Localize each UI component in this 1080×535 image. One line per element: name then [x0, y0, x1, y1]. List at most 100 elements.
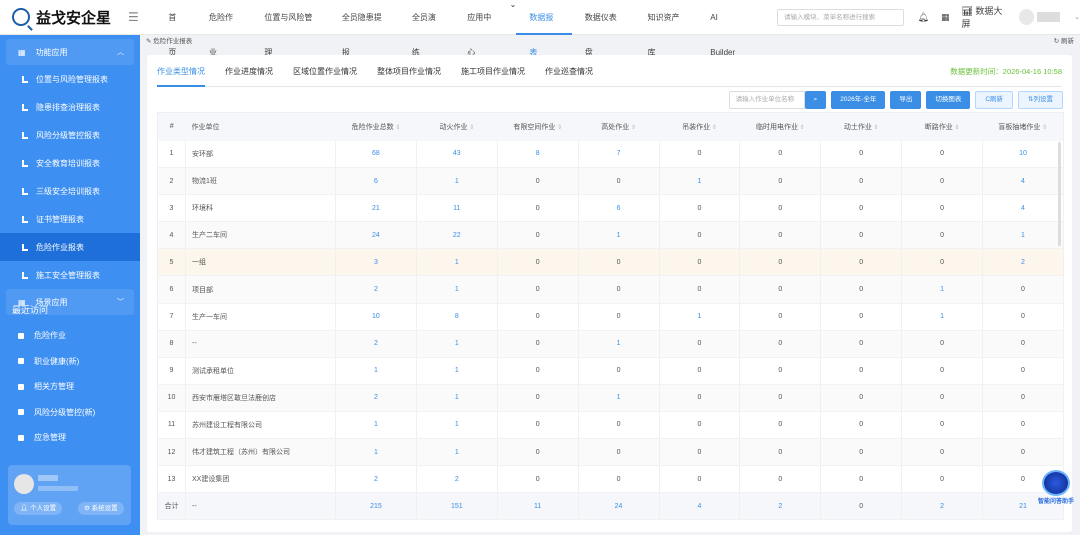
cell-value[interactable]: 3 — [335, 248, 417, 277]
cell-value[interactable]: 7 — [578, 140, 660, 169]
tab[interactable]: 整体项目作业情况 — [377, 63, 441, 86]
switch-chart-button[interactable]: 切换图表 — [926, 91, 971, 109]
cell-value[interactable]: 24 — [335, 221, 417, 250]
tab[interactable]: 区域位置作业情况 — [293, 63, 357, 86]
column-header[interactable]: 有限空间作业 ⇕ — [497, 112, 579, 141]
cell-value[interactable]: 6 — [578, 194, 660, 223]
cell-value[interactable]: 1 — [416, 411, 498, 440]
cell-value[interactable]: 24 — [578, 492, 660, 521]
search-input[interactable]: 请输入模块、菜单名称进行搜索 — [777, 8, 904, 26]
cell-value[interactable]: 8 — [416, 303, 498, 331]
refresh-button[interactable]: ↻ 刷新 — [1054, 35, 1074, 49]
sort-icon[interactable]: ⇕ — [798, 125, 805, 131]
cell-value[interactable]: 11 — [416, 194, 498, 223]
assistant-button[interactable]: 智能问答助手 — [1034, 470, 1078, 505]
column-header[interactable]: 吊装作业 ⇕ — [659, 112, 740, 141]
bell-icon[interactable]: 🔔︎ — [918, 12, 929, 23]
sort-icon[interactable]: ⇕ — [629, 125, 636, 131]
cell-value[interactable]: 1 — [901, 275, 983, 304]
cell-value[interactable]: 2 — [335, 384, 417, 412]
tab[interactable]: 作业类型情况 — [157, 63, 205, 87]
cell-value[interactable]: 4 — [982, 167, 1064, 196]
nav-item[interactable]: 数据报表 — [516, 0, 572, 57]
year-select[interactable]: 2026年-全年 — [831, 91, 886, 109]
qrcode-icon[interactable]: ▦ — [941, 12, 950, 23]
cell-value[interactable]: 1 — [416, 438, 498, 467]
sidebar-group-scenes[interactable]: ▦ 场景应用 ﹀ — [6, 289, 134, 315]
sort-icon[interactable]: ⇕ — [1040, 125, 1047, 131]
unit-search-input[interactable]: 请输入作业单位名称 — [728, 91, 805, 109]
tab[interactable]: 施工项目作业情况 — [461, 63, 525, 86]
sidebar-item[interactable]: 隐患排查治理报表 — [0, 93, 140, 121]
sort-icon[interactable]: ⇕ — [555, 125, 562, 131]
cell-value[interactable]: 10 — [335, 303, 417, 331]
cell-value[interactable]: 1 — [416, 275, 498, 304]
cell-value[interactable]: 1 — [335, 438, 417, 467]
cell-value[interactable]: 1 — [982, 221, 1064, 250]
cell-value[interactable]: 8 — [497, 140, 579, 169]
cell-value[interactable]: 1 — [659, 303, 741, 331]
search-button[interactable]: ⌕ — [804, 91, 827, 109]
sort-icon[interactable]: ⇕ — [467, 125, 474, 131]
column-header[interactable]: 断路作业 ⇕ — [901, 112, 983, 141]
nav-item[interactable]: 全员隐患提报 — [329, 0, 399, 57]
recent-item[interactable]: 相关方管理 — [0, 374, 140, 400]
cell-value[interactable]: 2 — [416, 465, 498, 494]
cell-value[interactable]: 1 — [416, 384, 498, 412]
cell-value[interactable]: 1 — [578, 384, 660, 412]
cell-value[interactable]: 1 — [335, 357, 417, 385]
cell-value[interactable]: 1 — [335, 411, 417, 440]
cell-value[interactable]: 11 — [497, 492, 579, 521]
cell-value[interactable]: 1 — [659, 167, 741, 196]
nav-item[interactable]: 应用中心 — [454, 0, 509, 57]
cell-value[interactable]: 1 — [416, 330, 498, 358]
export-button[interactable]: 导出 — [890, 91, 922, 109]
table-refresh-button[interactable]: C刷新 — [975, 91, 1014, 109]
menu-toggle-icon[interactable]: ☰ — [128, 10, 141, 24]
nav-item[interactable]: 首页 — [155, 0, 196, 57]
recent-item[interactable]: 危险作业 — [0, 323, 140, 349]
sidebar-item[interactable]: 三级安全培训报表 — [0, 177, 140, 205]
column-header[interactable]: 盲板抽堵作业 ⇕ — [982, 112, 1064, 141]
cell-value[interactable]: 1 — [416, 248, 498, 277]
cell-value[interactable]: 1 — [416, 167, 498, 196]
data-screen-button[interactable]: 📊︎ 数据大屏 — [961, 4, 1007, 30]
table-scrollbar[interactable] — [1058, 142, 1061, 246]
cell-value[interactable]: 4 — [659, 492, 741, 521]
cell-value[interactable]: 2 — [982, 248, 1064, 277]
tab[interactable]: 作业进度情况 — [225, 63, 273, 86]
nav-item[interactable]: 知识资产库 — [635, 0, 698, 57]
cell-value[interactable]: 2 — [901, 492, 983, 521]
column-header[interactable]: 危险作业总数 ⇕ — [335, 112, 417, 141]
nav-item[interactable]: 数据仪表盘 — [572, 0, 635, 57]
system-settings-button[interactable]: ⚙ 系统设置 — [78, 502, 124, 515]
cell-value[interactable]: 22 — [416, 221, 498, 250]
cell-value[interactable]: 2 — [335, 275, 417, 304]
cell-value[interactable]: 1 — [578, 330, 660, 358]
cell-value[interactable]: 151 — [416, 492, 498, 521]
sidebar-item[interactable]: 证书管理报表 — [0, 205, 140, 233]
cell-value[interactable]: 4 — [982, 194, 1064, 223]
cell-value[interactable]: 43 — [416, 140, 498, 169]
sort-icon[interactable]: ⇕ — [872, 125, 878, 131]
column-header[interactable]: 高处作业 ⇕ — [578, 112, 659, 141]
sidebar-group-functions[interactable]: ▦ 功能应用 ︿ — [6, 39, 134, 65]
sidebar-item[interactable]: 安全教育培训报表 — [0, 149, 140, 177]
cell-value[interactable]: 1 — [901, 303, 983, 331]
nav-item[interactable]: 全员演练 — [399, 0, 454, 57]
column-settings-button[interactable]: ⇅列设置 — [1018, 91, 1063, 109]
cell-value[interactable]: 6 — [335, 167, 417, 196]
column-header[interactable]: 动火作业 ⇕ — [416, 112, 498, 141]
cell-value[interactable]: 2 — [739, 492, 822, 521]
sidebar-item[interactable]: 危险作业报表 — [0, 233, 140, 261]
cell-value[interactable]: 1 — [578, 221, 660, 250]
cell-value[interactable]: 10 — [982, 140, 1064, 169]
cell-value[interactable]: 21 — [335, 194, 417, 223]
sort-icon[interactable]: ⇕ — [710, 125, 717, 131]
sidebar-item[interactable]: 位置与风险管理报表 — [0, 65, 140, 93]
user-avatar[interactable] — [1019, 9, 1035, 25]
cell-value[interactable]: 2 — [335, 465, 417, 494]
cell-value[interactable]: 2 — [335, 330, 417, 358]
sort-icon[interactable]: ⇕ — [953, 125, 959, 131]
chevron-down-icon[interactable]: ⌄ — [1074, 13, 1080, 21]
